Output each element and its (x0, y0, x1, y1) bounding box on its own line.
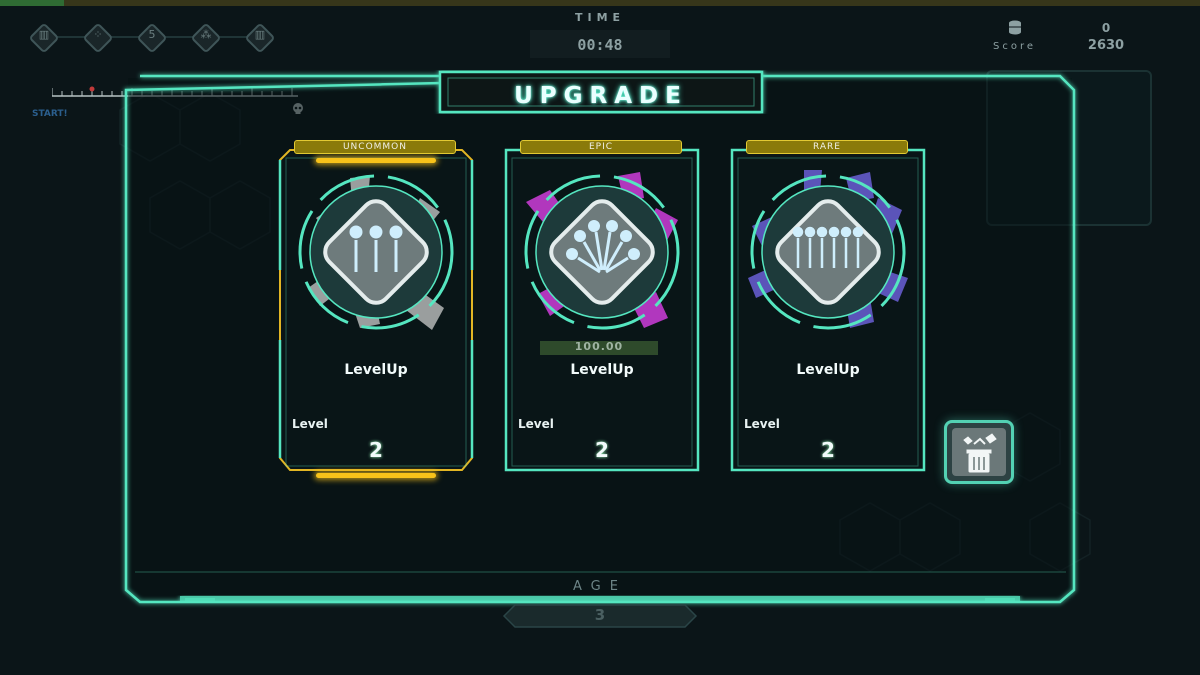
card-value-text: 100.00 (574, 340, 624, 353)
card-level-value: 2 (595, 438, 609, 462)
coins-value: 0 (1101, 21, 1111, 35)
card-level-value: 2 (369, 438, 383, 462)
xp-bar (0, 0, 1200, 6)
three-pins-icon (298, 174, 454, 330)
card-name: LevelUp (796, 362, 860, 378)
card-name: LevelUp (344, 362, 408, 378)
xp-bar-fill (0, 0, 64, 6)
xp-bar-track (64, 0, 1200, 6)
rarity-tab: UNCOMMON (294, 140, 456, 154)
card-level-label: Level (292, 417, 328, 431)
coin-stack-icon (1009, 20, 1021, 35)
rarity-tab: EPIC (520, 140, 682, 154)
score-value: 2630 (1087, 38, 1125, 53)
reroll-button-face (952, 428, 1006, 476)
upgrade-card-rare[interactable]: RARE LevelUp Level 2 (728, 140, 928, 480)
selected-glow-bottom (316, 473, 436, 478)
reroll-button[interactable] (944, 420, 1014, 484)
card-level-label: Level (744, 417, 780, 431)
reroll-trash-icon (963, 433, 997, 473)
score-label: Score (993, 41, 1037, 52)
minimap (986, 70, 1152, 226)
stage-progress-ruler (52, 86, 298, 97)
start-label: START! (32, 109, 68, 119)
six-pins-icon (748, 170, 908, 330)
upgrade-title: UPGRADE (514, 83, 688, 109)
age-label: AGE (573, 579, 627, 594)
skull-icon (293, 103, 303, 114)
fan-pins-icon (524, 172, 680, 330)
selected-glow-top (316, 158, 436, 163)
age-value: 3 (594, 606, 606, 624)
rarity-tab: RARE (746, 140, 908, 154)
card-name: LevelUp (570, 362, 634, 378)
upgrade-card-uncommon[interactable]: UNCOMMON LevelUp Level 2 (276, 140, 476, 480)
card-level-label: Level (518, 417, 554, 431)
upgrade-card-epic[interactable]: EPIC 100.00 LevelUp Level 2 (502, 140, 702, 480)
card-level-value: 2 (821, 438, 835, 462)
